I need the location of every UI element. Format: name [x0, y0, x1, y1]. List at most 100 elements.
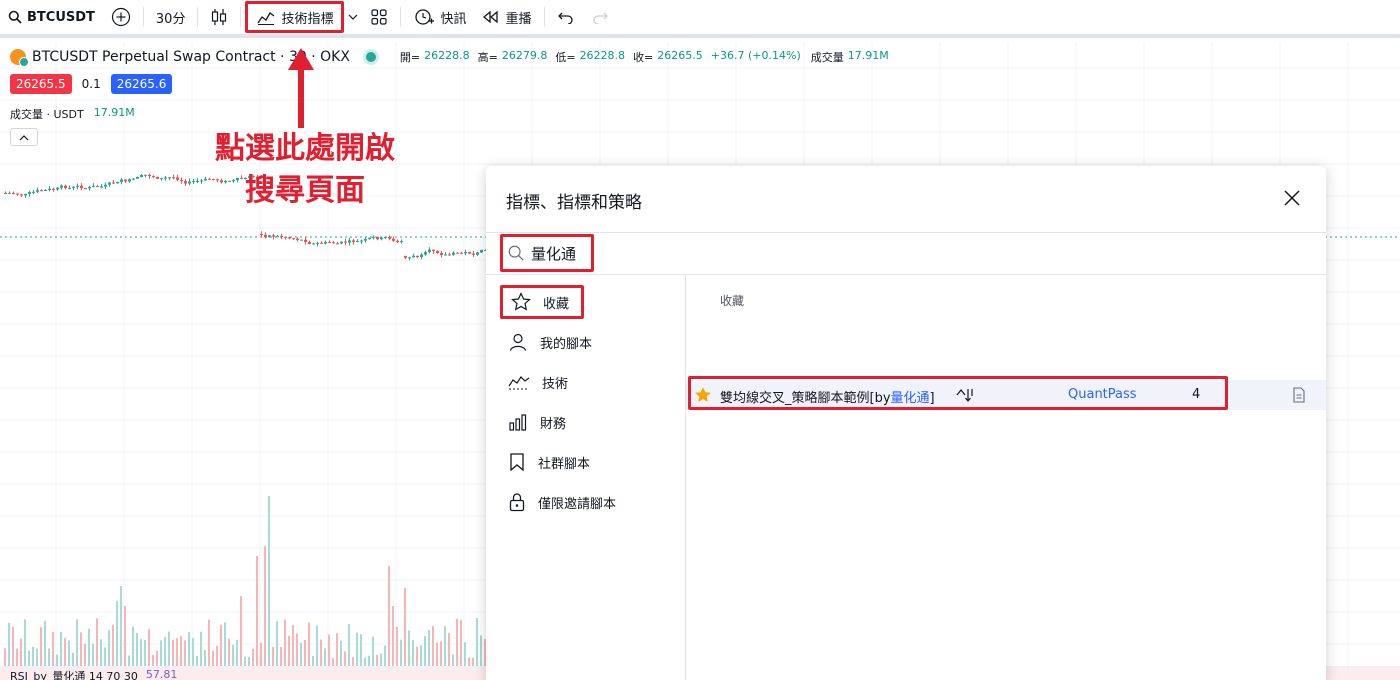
volume-bar	[184, 640, 186, 666]
volume-bar	[352, 657, 354, 666]
candle-body	[88, 187, 91, 189]
sidebar-item-favorites[interactable]: 收藏	[500, 285, 584, 319]
volume-bar	[192, 637, 194, 666]
grid-layout-icon	[371, 9, 388, 25]
candle-body	[32, 191, 35, 193]
interval-button[interactable]: 30分	[148, 2, 194, 32]
document-icon[interactable]	[1292, 387, 1306, 403]
bookmark-icon	[510, 453, 524, 472]
volume-bar	[328, 634, 330, 666]
search-icon	[508, 245, 524, 261]
volume-bar	[232, 644, 234, 666]
volume-bar	[308, 622, 310, 666]
candle-body	[268, 235, 271, 238]
candle-body	[36, 190, 39, 192]
plus-circle-icon	[111, 7, 131, 27]
sidebar-item-invite-only[interactable]: 僅限邀請腳本	[508, 488, 616, 516]
candle-body	[360, 240, 363, 242]
volume-bar	[396, 626, 398, 666]
volume-bar	[32, 646, 34, 666]
candle-body	[472, 253, 475, 255]
volume-bar	[300, 642, 302, 666]
candle-body	[340, 241, 343, 244]
search-field[interactable]	[500, 234, 594, 272]
volume-bar	[104, 647, 106, 666]
volume-bar	[88, 628, 90, 666]
volume-bar	[28, 650, 30, 666]
candle-body	[468, 251, 471, 254]
volume-bar	[60, 632, 62, 666]
candle-body	[308, 241, 311, 244]
chart-type-button[interactable]	[202, 2, 236, 32]
sidebar-item-my-scripts[interactable]: 我的腳本	[508, 328, 592, 356]
annotation-line-2: 搜尋頁面	[245, 173, 365, 208]
symbol-search-button[interactable]: BTCUSDT	[0, 2, 103, 32]
candle-body	[4, 193, 7, 194]
rsi-label: RSI_by_量化通 14 70 30	[10, 670, 138, 680]
volume-bar	[340, 640, 342, 666]
toolbar-divider	[400, 7, 402, 27]
volume-bar	[20, 638, 22, 666]
volume-bar	[80, 632, 82, 666]
script-name[interactable]: 雙均線交叉_策略腳本範例[by量化通]	[720, 387, 935, 406]
volume-bar	[216, 645, 218, 666]
legend-collapse-button[interactable]	[10, 128, 38, 146]
candle-body	[324, 242, 327, 244]
script-author-link[interactable]: QuantPass	[1068, 387, 1137, 402]
high-value: 26279.8	[501, 49, 548, 62]
search-input[interactable]	[531, 244, 591, 262]
open-value: 26228.8	[424, 49, 470, 62]
candle-body	[448, 254, 451, 256]
result-row[interactable]: 雙均線交叉_策略腳本範例[by量化通] QuantPass 4	[686, 376, 1326, 410]
volume-bar	[244, 656, 246, 666]
interval-label: 30分	[155, 11, 186, 27]
close-icon[interactable]	[1282, 188, 1302, 208]
candle-body	[264, 234, 267, 238]
dialog-sidebar: 收藏 我的腳本 技術 財務 社群腳本 僅限邀請腳本	[486, 275, 686, 680]
sell-price-button[interactable]: 26265.5	[10, 74, 72, 94]
indicators-label: 技術指標	[281, 11, 334, 27]
buy-price-button[interactable]: 26265.6	[110, 74, 173, 94]
indicators-button[interactable]: 技術指標	[245, 1, 345, 33]
sidebar-item-financials[interactable]: 財務	[508, 408, 566, 436]
volume-bar	[480, 635, 482, 666]
volume-bar	[256, 556, 258, 666]
volume-bar	[392, 606, 394, 666]
volume-bar	[208, 619, 210, 666]
candle-body	[276, 236, 279, 238]
volume-bar	[316, 625, 318, 666]
volume-bar	[476, 618, 478, 666]
volume-bar	[424, 636, 426, 666]
candle-body	[96, 186, 99, 188]
candle-body	[108, 182, 111, 185]
alert-button[interactable]: 快訊	[405, 2, 474, 32]
candle-body	[420, 254, 423, 258]
candle-body	[80, 185, 83, 188]
layout-button[interactable]	[362, 2, 396, 32]
rewind-icon	[483, 10, 499, 24]
volume-bar	[12, 626, 14, 666]
bitcoin-icon	[10, 49, 29, 67]
redo-button[interactable]	[583, 2, 617, 32]
market-status-icon[interactable]	[365, 52, 376, 62]
candle-body	[400, 241, 403, 243]
replay-button[interactable]: 重播	[474, 2, 539, 32]
volume-bar	[136, 633, 138, 666]
sidebar-item-technicals[interactable]: 技術	[508, 368, 568, 396]
candle-body	[348, 240, 351, 243]
candle-body	[424, 252, 427, 255]
indicators-dropdown-button[interactable]	[344, 2, 362, 32]
undo-button[interactable]	[549, 2, 583, 32]
low-value: 26228.8	[579, 49, 626, 62]
candle-body	[112, 182, 115, 184]
volume-bar	[68, 640, 70, 666]
sidebar-item-community-scripts[interactable]: 社群腳本	[508, 448, 590, 476]
compare-button[interactable]	[103, 2, 139, 32]
candle-body	[64, 185, 67, 189]
volume-bar	[144, 639, 146, 666]
favorite-star-icon[interactable]	[695, 387, 711, 403]
volume-bar	[64, 638, 66, 666]
volume-bar	[464, 642, 466, 666]
indicators-dialog: 指標、指標和策略 收藏 我的腳本 技術 財務	[486, 166, 1326, 680]
candle-body	[164, 177, 167, 179]
